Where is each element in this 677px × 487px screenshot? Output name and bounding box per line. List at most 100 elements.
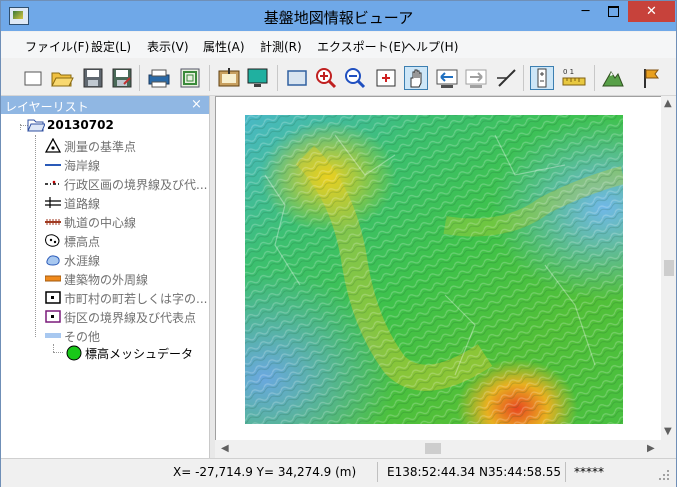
elevation-mesh-icon — [66, 345, 82, 361]
vertical-scrollbar[interactable]: ▲ ▼ — [661, 96, 676, 440]
tree-root-label: 20130702 — [47, 118, 114, 132]
scroll-right-icon[interactable]: ▶ — [647, 443, 655, 454]
menu-measure[interactable]: 計測(R) — [260, 38, 302, 55]
horizontal-scroll-thumb[interactable] — [425, 443, 441, 454]
layer-tree: 20130702 測量の基準点 海岸線 行政区画の境界線及び代... 道路線 軌… — [1, 114, 209, 459]
layer-panel-header: レイヤーリスト × — [1, 96, 209, 114]
layer-label: 道路線 — [64, 197, 101, 211]
layer-item[interactable]: 道路線 — [45, 193, 209, 212]
layer-label: 軌道の中心線 — [64, 216, 137, 230]
layer-item[interactable]: 海岸線 — [45, 155, 209, 174]
zoom-in-icon[interactable] — [314, 66, 338, 90]
scroll-corner — [661, 440, 676, 457]
status-xy: X= -27,714.9 Y= 34,274.9 (m) — [173, 465, 357, 479]
forward-icon[interactable] — [464, 66, 488, 90]
menu-help[interactable]: ヘルプ(H) — [404, 38, 458, 55]
layer-label: 標高メッシュデータ — [85, 347, 194, 361]
tree-connector — [53, 344, 54, 352]
toolbar-separator — [277, 65, 278, 91]
maximize-icon — [608, 6, 619, 17]
layer-item[interactable]: 軌道の中心線 — [45, 212, 209, 231]
zoom-out-icon[interactable] — [343, 66, 367, 90]
layer-label: 水涯線 — [64, 254, 101, 268]
layer-item[interactable]: 水涯線 — [45, 250, 209, 269]
layer-item[interactable]: 測量の基準点 — [45, 136, 209, 155]
resize-grip-icon[interactable] — [656, 467, 670, 481]
elevation-point-icon — [45, 234, 60, 247]
waterline-icon — [46, 255, 60, 266]
status-separator — [377, 462, 378, 482]
toolbar-separator — [594, 65, 595, 91]
layer-label: その他 — [64, 330, 101, 344]
flag-icon[interactable] — [639, 66, 663, 90]
layer-panel-close-button[interactable]: × — [191, 97, 202, 112]
minimize-button[interactable]: ─ — [572, 1, 599, 22]
tree-root-node[interactable]: 20130702 — [27, 117, 207, 135]
layer-label: 街区の境界線及び代表点 — [64, 311, 197, 325]
town-boundary-icon — [45, 291, 61, 304]
menu-file[interactable]: ファイル(F) — [25, 38, 89, 55]
print-preview-icon[interactable] — [178, 66, 202, 90]
horizontal-scrollbar[interactable]: ◀ ▶ — [215, 440, 661, 457]
select-tool-icon[interactable] — [530, 66, 554, 90]
building-outline-icon — [45, 275, 61, 282]
menu-attributes[interactable]: 属性(A) — [203, 38, 245, 55]
layer-item[interactable]: 標高点 — [45, 231, 209, 250]
layer-label: 海岸線 — [64, 159, 101, 173]
layer-item[interactable]: その他 — [45, 326, 209, 345]
app-window: 基盤地図情報ビューア ─ ✕ ファイル(F) 設定(L) 表示(V) 属性(A)… — [0, 0, 677, 487]
survey-point-icon — [45, 138, 61, 153]
admin-boundary-icon — [45, 180, 61, 185]
tree-connector — [35, 135, 36, 337]
map-view[interactable] — [215, 96, 662, 441]
layer-item[interactable]: 市町村の町若しくは字の... — [45, 288, 209, 307]
scroll-down-icon[interactable]: ▼ — [664, 426, 672, 437]
layer-label: 測量の基準点 — [64, 140, 137, 154]
pan-hand-icon[interactable] — [404, 66, 428, 90]
menu-view[interactable]: 表示(V) — [147, 38, 189, 55]
folder-open-icon — [27, 119, 45, 132]
layer-label: 標高点 — [64, 235, 101, 249]
save-as-icon[interactable] — [110, 66, 134, 90]
full-extent-icon[interactable] — [285, 66, 309, 90]
scroll-left-icon[interactable]: ◀ — [221, 443, 229, 454]
print-icon[interactable] — [147, 66, 171, 90]
status-extra: ***** — [574, 465, 604, 479]
menu-bar: ファイル(F) 設定(L) 表示(V) 属性(A) 計測(R) エクスポート(E… — [1, 32, 676, 58]
coastline-icon — [45, 164, 61, 166]
display-settings-icon[interactable] — [246, 66, 270, 90]
measure-line-icon[interactable] — [495, 66, 519, 90]
other-icon — [45, 333, 61, 338]
layer-item[interactable]: 街区の境界線及び代表点 — [45, 307, 209, 326]
block-boundary-icon — [45, 310, 61, 323]
toolbar-separator — [139, 65, 140, 91]
toolbar-separator — [209, 65, 210, 91]
road-line-icon — [45, 197, 61, 208]
layer-label: 行政区画の境界線及び代... — [64, 178, 208, 192]
layer-item-elevation-mesh[interactable]: 標高メッシュデータ — [63, 344, 203, 362]
menu-export[interactable]: エクスポート(E) — [317, 38, 406, 55]
toolbar: 0 1 — [1, 59, 676, 96]
title-bar[interactable]: 基盤地図情報ビューア ─ ✕ — [1, 1, 676, 31]
layer-item[interactable]: 建築物の外周線 — [45, 269, 209, 288]
elevation-map-image — [245, 115, 623, 424]
back-icon[interactable] — [435, 66, 459, 90]
export-image-icon[interactable] — [217, 66, 241, 90]
toolbar-separator — [523, 65, 524, 91]
center-icon[interactable] — [374, 66, 398, 90]
save-icon[interactable] — [81, 66, 105, 90]
maximize-button[interactable] — [600, 1, 627, 22]
scroll-up-icon[interactable]: ▲ — [664, 98, 672, 109]
open-folder-icon[interactable] — [50, 66, 74, 90]
status-lonlat: E138:52:44.34 N35:44:58.55 — [387, 465, 561, 479]
vertical-scroll-thumb[interactable] — [664, 260, 674, 276]
scale-ruler-icon[interactable]: 0 1 — [561, 66, 586, 90]
menu-settings[interactable]: 設定(L) — [91, 38, 131, 55]
layer-item[interactable]: 行政区画の境界線及び代... — [45, 174, 209, 193]
close-button[interactable]: ✕ — [628, 1, 675, 22]
tree-connector — [53, 352, 63, 353]
status-separator — [565, 462, 566, 482]
terrain-icon[interactable] — [601, 66, 625, 90]
new-document-icon[interactable] — [21, 66, 45, 90]
status-bar: X= -27,714.9 Y= 34,274.9 (m) E138:52:44.… — [1, 458, 676, 487]
